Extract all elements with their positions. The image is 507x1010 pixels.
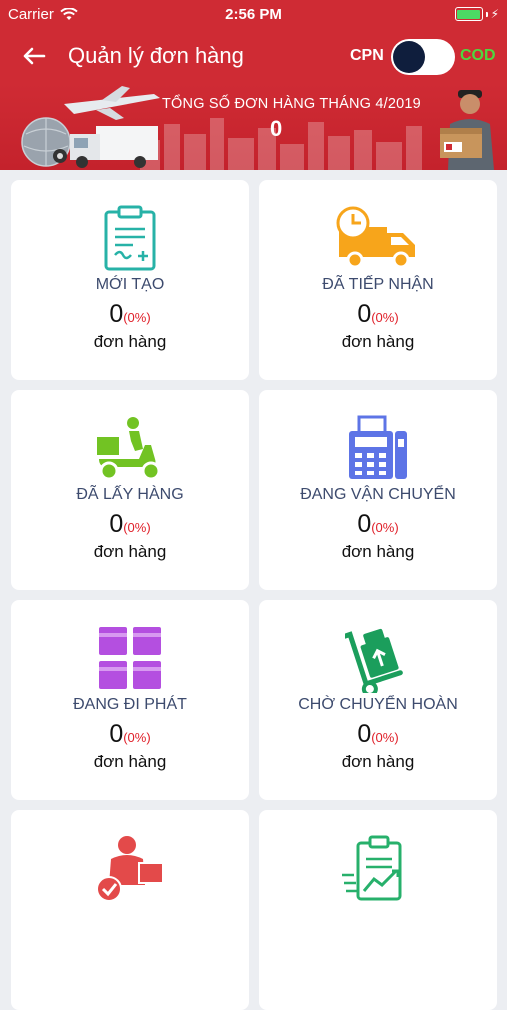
cpn-label: CPN — [350, 47, 384, 64]
card-unit: đơn hàng — [341, 542, 415, 561]
card-unit: đơn hàng — [93, 332, 167, 351]
delivery-truck-clock-icon — [336, 206, 415, 269]
status-card-delivered[interactable] — [11, 810, 249, 1010]
card-count-row: 0(0%) — [11, 720, 249, 749]
card-unit: đơn hàng — [93, 542, 167, 561]
back-button[interactable] — [14, 38, 54, 74]
card-unit: đơn hàng — [93, 752, 167, 771]
delivery-man-illustration — [440, 90, 494, 170]
card-count: 0 — [109, 300, 124, 328]
card-unit: đơn hàng — [341, 332, 415, 351]
card-unit: đơn hàng — [341, 752, 415, 771]
battery-icon: ⚡ — [454, 7, 499, 21]
card-percent: (0%) — [123, 310, 151, 325]
status-card-received[interactable]: ĐÃ TIẾP NHẬN 0(0%) đơn hàng — [259, 180, 497, 380]
card-label: ĐANG ĐI PHÁT — [73, 696, 187, 713]
toggle-knob — [393, 41, 425, 73]
card-count: 0 — [357, 300, 372, 328]
card-count: 0 — [109, 510, 124, 538]
back-arrow-icon — [23, 47, 46, 65]
stacked-boxes-icon — [99, 627, 161, 689]
app-header: Quản lý đơn hàng CPN COD — [0, 30, 507, 84]
summary-banner: TỔNG SỐ ĐƠN HÀNG THÁNG 4/2019 0 — [0, 84, 507, 170]
card-count-row: 0(0%) — [259, 720, 497, 749]
banner-scallop-edge — [0, 164, 507, 170]
card-label: ĐÃ TIẾP NHẬN — [322, 276, 434, 293]
status-card-returned[interactable] — [259, 810, 497, 1010]
card-percent: (0%) — [123, 730, 151, 745]
banner-title: TỔNG SỐ ĐƠN HÀNG THÁNG 4/2019 — [162, 96, 421, 112]
card-count-row: 0(0%) — [11, 300, 249, 329]
banner-total-count: 0 — [270, 116, 283, 141]
clipboard-chart-icon — [342, 835, 402, 901]
card-label: CHỜ CHUYỂN HOÀN — [298, 696, 458, 713]
cod-label: COD — [460, 47, 496, 64]
card-label: ĐANG VẬN CHUYỂN — [300, 486, 456, 503]
clipboard-icon — [104, 205, 156, 271]
card-count-row: 0(0%) — [11, 510, 249, 539]
card-count: 0 — [109, 720, 124, 748]
status-card-awaiting-return[interactable]: CHỜ CHUYỂN HOÀN 0(0%) đơn hàng — [259, 600, 497, 800]
card-percent: (0%) — [371, 730, 399, 745]
card-percent: (0%) — [371, 520, 399, 535]
scooter-delivery-icon — [97, 417, 161, 481]
status-card-delivering[interactable]: ĐANG ĐI PHÁT 0(0%) đơn hàng — [11, 600, 249, 800]
card-count: 0 — [357, 510, 372, 538]
card-percent: (0%) — [123, 520, 151, 535]
status-card-picked-up[interactable]: ĐÃ LẤY HÀNG 0(0%) đơn hàng — [11, 390, 249, 590]
status-card-in-transit[interactable]: ĐANG VẬN CHUYỂN 0(0%) đơn hàng — [259, 390, 497, 590]
status-bar: Carrier 2:56 PM ⚡ — [0, 0, 507, 30]
card-count: 0 — [357, 720, 372, 748]
card-label: MỚI TẠO — [95, 276, 165, 293]
city-skyline-illustration — [140, 118, 422, 170]
fax-machine-icon — [349, 415, 407, 479]
status-card-new[interactable]: MỚI TẠO 0(0%) đơn hàng — [11, 180, 249, 380]
card-count-row: 0(0%) — [259, 510, 497, 539]
card-count-row: 0(0%) — [259, 300, 497, 329]
charging-bolt-icon: ⚡ — [490, 7, 499, 21]
card-label: ĐÃ LẤY HÀNG — [76, 486, 184, 503]
page-title: Quản lý đơn hàng — [68, 43, 244, 68]
hand-truck-icon — [345, 628, 403, 693]
cpn-cod-toggle[interactable] — [391, 39, 455, 75]
person-box-check-icon — [96, 836, 164, 901]
status-time: 2:56 PM — [225, 6, 282, 23]
card-percent: (0%) — [371, 310, 399, 325]
transport-illustration — [21, 86, 160, 168]
